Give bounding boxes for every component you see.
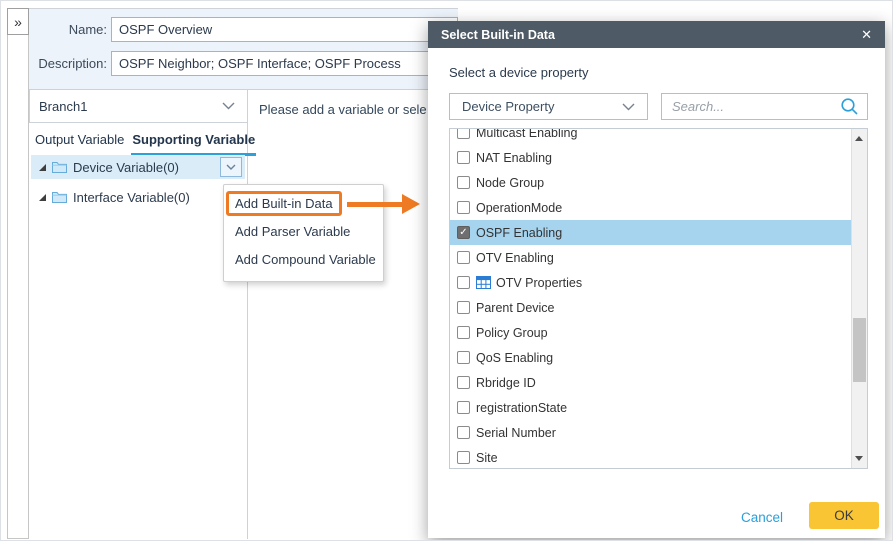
property-list-row[interactable]: Serial Number — [450, 420, 851, 445]
property-list-row[interactable]: QoS Enabling — [450, 345, 851, 370]
scrollbar-thumb[interactable] — [853, 318, 866, 382]
checkbox[interactable] — [457, 326, 470, 339]
property-list-row[interactable]: OperationMode — [450, 195, 851, 220]
checkbox[interactable]: ✓ — [457, 226, 470, 239]
list-item-label: OSPF Enabling — [476, 226, 562, 240]
menu-item-label: Add Parser Variable — [235, 224, 350, 239]
tree-row[interactable]: Device Variable(0) — [31, 155, 245, 179]
list-item-label: Serial Number — [476, 426, 556, 440]
list-item-label: Node Group — [476, 176, 544, 190]
property-list-row[interactable]: Policy Group — [450, 320, 851, 345]
dialog-title: Select Built-in Data — [441, 28, 555, 42]
tab-label: Output Variable — [35, 132, 124, 147]
annotation-arrow-icon — [347, 194, 421, 214]
property-list-row[interactable]: Parent Device — [450, 295, 851, 320]
chevron-down-icon — [222, 102, 235, 110]
search-icon[interactable] — [840, 97, 859, 116]
tree-row-label: Device Variable(0) — [73, 160, 179, 175]
tree-expanded-triangle-icon[interactable] — [39, 164, 46, 171]
property-list-row[interactable]: Node Group — [450, 170, 851, 195]
checkbox[interactable] — [457, 129, 470, 139]
list-item-label: Site — [476, 451, 498, 465]
empty-hint-text: Please add a variable or select — [259, 102, 427, 117]
app-window: » Name: Description: Branch1 Please add … — [0, 0, 893, 541]
scrollbar[interactable] — [851, 129, 867, 468]
folder-icon — [52, 161, 67, 173]
property-list-row[interactable]: OTV Enabling — [450, 245, 851, 270]
tab-label: Supporting Variable — [132, 132, 255, 147]
checkbox[interactable] — [457, 276, 470, 289]
select-built-in-data-dialog: Select Built-in Data ✕ Select a device p… — [428, 21, 885, 538]
checkbox[interactable] — [457, 401, 470, 414]
name-label: Name: — [31, 22, 107, 37]
search-box — [661, 93, 868, 120]
scroll-down-icon[interactable] — [855, 456, 863, 461]
device-property-dropdown-value: Device Property — [462, 99, 554, 114]
table-icon — [476, 276, 491, 289]
variable-tab[interactable]: Supporting Variable — [131, 127, 256, 156]
scroll-up-icon[interactable] — [855, 136, 863, 141]
variable-detail-panel: Please add a variable or select — [247, 89, 458, 539]
tree-expanded-triangle-icon[interactable] — [39, 194, 46, 201]
search-input[interactable] — [662, 94, 840, 119]
folder-icon — [52, 191, 67, 203]
tree-row-menu-button[interactable] — [220, 157, 242, 177]
checkbox[interactable] — [457, 451, 470, 464]
list-item-label: Policy Group — [476, 326, 548, 340]
variable-tabs: Output Variable Supporting Variable — [29, 127, 256, 156]
double-chevron-right-icon: » — [14, 14, 22, 30]
property-list-row[interactable]: Site — [450, 445, 851, 468]
description-label: Description: — [31, 56, 107, 71]
left-collapse-rail — [7, 8, 29, 539]
property-list-row[interactable]: registrationState — [450, 395, 851, 420]
checkbox[interactable] — [457, 351, 470, 364]
branch-selector[interactable]: Branch1 — [29, 89, 248, 123]
property-list-row[interactable]: NAT Enabling — [450, 145, 851, 170]
list-item-label: NAT Enabling — [476, 151, 552, 165]
description-input[interactable] — [111, 51, 458, 76]
check-icon: ✓ — [459, 228, 467, 238]
header-form-panel: Name: Description: — [29, 8, 458, 89]
checkbox[interactable] — [457, 251, 470, 264]
ok-button[interactable]: OK — [809, 502, 879, 529]
property-list-row[interactable]: ✓ OSPF Enabling — [450, 220, 851, 245]
tree-row[interactable]: Interface Variable(0) — [31, 185, 245, 209]
expand-panel-button[interactable]: » — [7, 8, 29, 35]
menu-item-label: Add Built-in Data — [226, 191, 342, 216]
branch-selector-value: Branch1 — [39, 99, 87, 114]
list-item-label: OTV Properties — [496, 276, 582, 290]
chevron-down-icon — [622, 103, 635, 111]
menu-item-label: Add Compound Variable — [235, 252, 376, 267]
tree-row-label: Interface Variable(0) — [73, 190, 190, 205]
list-item-label: QoS Enabling — [476, 351, 553, 365]
name-input[interactable] — [111, 17, 458, 42]
property-list-box: Multicast Enabling NAT Enabling Node Gro… — [449, 128, 868, 469]
checkbox[interactable] — [457, 301, 470, 314]
list-item-label: Rbridge ID — [476, 376, 536, 390]
checkbox[interactable] — [457, 376, 470, 389]
context-menu-item[interactable]: Add Compound Variable — [224, 247, 383, 273]
checkbox[interactable] — [457, 176, 470, 189]
list-item-label: OperationMode — [476, 201, 562, 215]
list-item-label: registrationState — [476, 401, 567, 415]
chevron-down-icon — [226, 164, 236, 170]
list-item-label: Multicast Enabling — [476, 129, 577, 140]
checkbox[interactable] — [457, 151, 470, 164]
dialog-subtitle: Select a device property — [449, 65, 588, 80]
list-item-label: OTV Enabling — [476, 251, 554, 265]
property-list-row[interactable]: OTV Properties — [450, 270, 851, 295]
property-list-row[interactable]: Multicast Enabling — [450, 129, 851, 145]
property-list: Multicast Enabling NAT Enabling Node Gro… — [450, 129, 851, 468]
close-icon[interactable]: ✕ — [861, 28, 872, 41]
variable-tab[interactable]: Output Variable — [34, 127, 125, 156]
list-item-label: Parent Device — [476, 301, 555, 315]
property-list-row[interactable]: Rbridge ID — [450, 370, 851, 395]
checkbox[interactable] — [457, 201, 470, 214]
checkbox[interactable] — [457, 426, 470, 439]
cancel-button[interactable]: Cancel — [741, 510, 783, 525]
dialog-header[interactable]: Select Built-in Data ✕ — [428, 21, 885, 48]
device-property-dropdown[interactable]: Device Property — [449, 93, 648, 120]
context-menu-item[interactable]: Add Parser Variable — [224, 219, 383, 245]
variable-tree: Device Variable(0) Interface Variable(0) — [31, 155, 245, 215]
